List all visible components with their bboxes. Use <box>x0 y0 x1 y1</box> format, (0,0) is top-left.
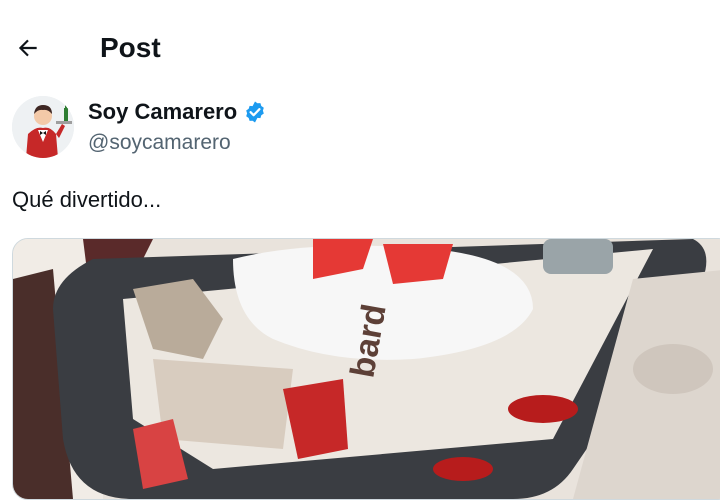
avatar[interactable] <box>12 96 74 158</box>
author-handle[interactable]: @soycamarero <box>88 130 231 156</box>
food-tray-photo: bard <box>13 239 720 499</box>
page-title: Post <box>100 32 161 63</box>
top-bar: Post <box>0 0 720 96</box>
post-author: Soy Camarero @soycamarero <box>12 96 712 160</box>
waiter-avatar-illustration <box>12 96 74 158</box>
verified-badge-icon <box>246 101 264 123</box>
author-display-name[interactable]: Soy Camarero <box>88 98 267 126</box>
back-button[interactable] <box>8 28 48 68</box>
arrow-left-icon <box>18 39 37 57</box>
post-media-image[interactable]: bard <box>12 238 720 500</box>
author-name-text: Soy Camarero <box>88 99 238 124</box>
post-text: Qué divertido... <box>12 187 162 212</box>
